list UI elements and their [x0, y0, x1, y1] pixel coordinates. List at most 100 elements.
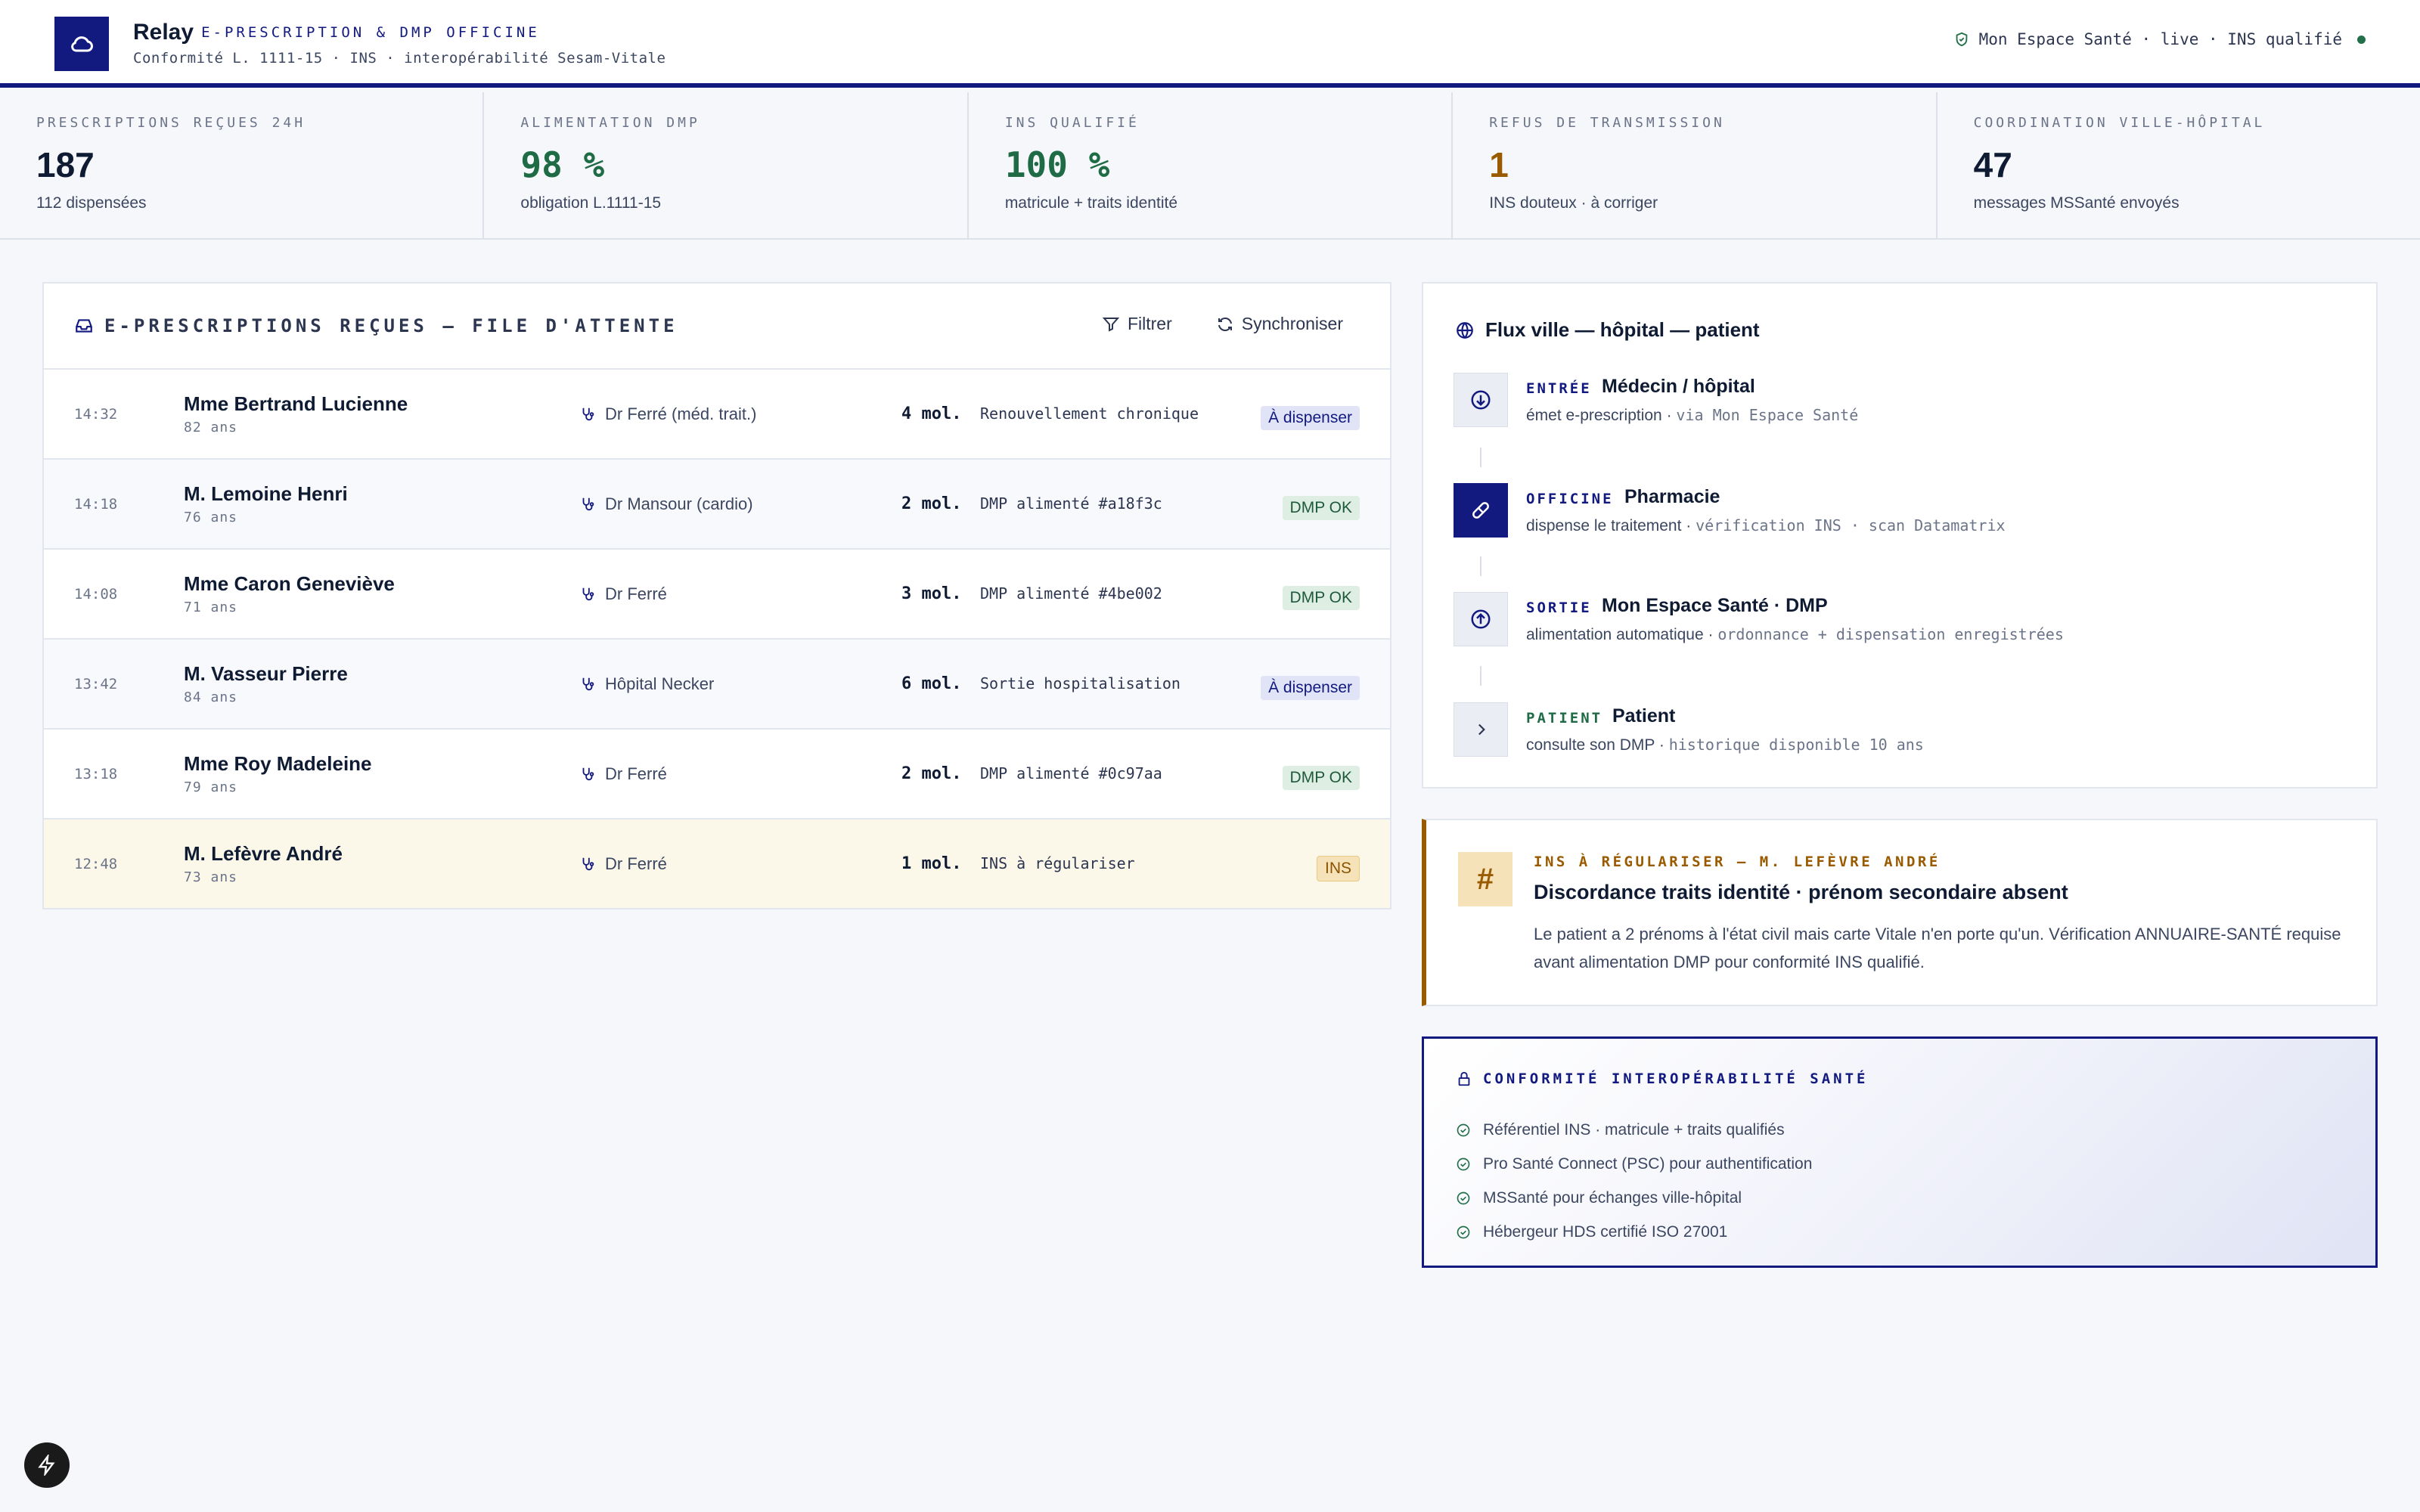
conformity-item: MSSanté pour échanges ville-hôpital — [1483, 1188, 1742, 1207]
step-kind: PATIENT — [1526, 710, 1603, 727]
prescriber-name: Dr Ferré — [605, 854, 667, 873]
kpi-value: 187 — [36, 145, 95, 184]
step-title: Mon Espace Santé · DMP — [1602, 595, 1828, 616]
filter-label: Filtrer — [1127, 314, 1172, 333]
connection-status: Mon Espace Santé · live · INS qualifié — [1953, 30, 2366, 48]
lightning-button[interactable] — [24, 1442, 70, 1488]
pill-icon — [1454, 483, 1508, 538]
conformity-card: CONFORMITÉ INTEROPÉRABILITÉ SANTÉ Référe… — [1422, 1036, 2378, 1268]
filter-icon — [1102, 317, 1120, 332]
arrow-down-circle-icon — [1454, 373, 1508, 427]
row-note: Sortie hospitalisation — [980, 674, 1181, 692]
list-item: MSSanté pour échanges ville-hôpital — [1456, 1181, 1812, 1215]
kpi-value: 47 — [1973, 145, 2012, 184]
prescription-queue: E-PRESCRIPTIONS REÇUES — FILE D'ATTENTE … — [42, 282, 1392, 909]
step-desc-text: émet e-prescription — [1526, 407, 1662, 424]
table-row[interactable]: 13:18 Mme Roy Madeleine 79 ans Dr Ferré … — [44, 730, 1390, 820]
prescriber-name: Dr Ferré — [605, 584, 667, 603]
live-indicator — [2357, 35, 2366, 44]
stethoscope-icon — [582, 497, 594, 511]
step-title: Patient — [1612, 705, 1676, 727]
kpi-value: 100 % — [1004, 144, 1110, 185]
step-kind: SORTIE — [1526, 600, 1592, 616]
stethoscope-icon — [582, 407, 594, 421]
step-meta: via Mon Espace Santé — [1676, 406, 1859, 424]
prescriber-name: Hôpital Necker — [605, 674, 715, 693]
prescriber-name: Dr Mansour (cardio) — [605, 494, 753, 513]
list-item: Référentiel INS · matricule + traits qua… — [1456, 1113, 1812, 1147]
table-row[interactable]: 14:32 Mme Bertrand Lucienne 82 ans Dr Fe… — [44, 370, 1390, 460]
stethoscope-icon — [582, 677, 594, 691]
kpi-caption: INS douteux · à corriger — [1489, 194, 1658, 212]
patient-name: Mme Caron Geneviève — [184, 572, 395, 595]
sync-label: Synchroniser — [1241, 314, 1343, 333]
step-desc: émet e-prescription · via Mon Espace San… — [1526, 406, 1859, 424]
brand: Relay E-PRESCRIPTION & DMP OFFICINE Confo… — [133, 20, 666, 67]
kpi-label: PRESCRIPTIONS REÇUES 24H — [36, 115, 306, 131]
row-note: DMP alimenté #a18f3c — [980, 494, 1162, 513]
patient-age: 71 ans — [184, 600, 238, 615]
kpi-caption: messages MSSanté envoyés — [1973, 194, 2180, 212]
patient-age: 82 ans — [184, 420, 238, 435]
patient-name: M. Lefèvre André — [184, 842, 343, 865]
kpi-value: 98 % — [520, 144, 605, 185]
prescriber: Dr Ferré — [579, 764, 667, 784]
step-desc: alimentation automatique · ordonnance + … — [1526, 625, 2064, 643]
step-kind: ENTRÉE — [1526, 380, 1592, 397]
kpi-value: 1 — [1489, 145, 1509, 184]
queue-title: E-PRESCRIPTIONS REÇUES — FILE D'ATTENTE — [104, 315, 678, 336]
kpi-label: ALIMENTATION DMP — [520, 115, 700, 131]
status-text: Mon Espace Santé · live · INS qualifié — [1978, 30, 2342, 48]
ins-alert-card[interactable]: # INS À RÉGULARISER — M. LEFÈVRE ANDRÉ D… — [1422, 819, 2378, 1006]
conformity-item: Pro Santé Connect (PSC) pour authentific… — [1483, 1154, 1813, 1173]
table-row[interactable]: 14:18 M. Lemoine Henri 76 ans Dr Mansour… — [44, 460, 1390, 550]
step-meta: vérification INS · scan Datamatrix — [1696, 516, 2006, 534]
app-header: Relay E-PRESCRIPTION & DMP OFFICINE Confo… — [0, 0, 2420, 88]
refresh-icon — [1218, 317, 1232, 331]
status-badge: INS — [1316, 856, 1360, 881]
chevron-right-icon — [1454, 702, 1508, 757]
flux-connector — [1480, 448, 1481, 467]
patient-name: M. Vasseur Pierre — [184, 662, 348, 685]
patient-name: M. Lemoine Henri — [184, 482, 348, 505]
conformity-title: CONFORMITÉ INTEROPÉRABILITÉ SANTÉ — [1483, 1070, 1869, 1087]
status-badge: DMP OK — [1282, 766, 1360, 790]
flux-title: Flux ville — hôpital — patient — [1485, 318, 1760, 341]
kpi-dmp: ALIMENTATION DMP 98 % obligation L.1111-… — [484, 92, 969, 238]
flux-step-officine: OFFICINE Pharmacie dispense le traitemen… — [1454, 483, 2346, 544]
cloud-icon — [54, 17, 109, 71]
flux-step-sortie: SORTIE Mon Espace Santé · DMP alimentati… — [1454, 592, 2346, 652]
patient-name: Mme Bertrand Lucienne — [184, 392, 408, 415]
status-badge: À dispenser — [1261, 676, 1360, 700]
check-circle-icon — [1457, 1191, 1470, 1204]
flux-step-entree: ENTRÉE Médecin / hôpital émet e-prescrip… — [1454, 373, 2346, 433]
kpi-bar: PRESCRIPTIONS REÇUES 24H 187 112 dispens… — [0, 92, 2420, 240]
table-row[interactable]: 14:08 Mme Caron Geneviève 71 ans Dr Ferr… — [44, 550, 1390, 640]
table-row[interactable]: 13:42 M. Vasseur Pierre 84 ans Hôpital N… — [44, 640, 1390, 730]
globe-icon — [1457, 321, 1473, 339]
row-note: DMP alimenté #4be002 — [980, 584, 1162, 603]
sync-button[interactable]: Synchroniser — [1216, 314, 1343, 334]
inbox-icon — [76, 319, 92, 333]
stethoscope-icon — [582, 587, 594, 601]
kpi-label: INS QUALIFIÉ — [1004, 115, 1140, 131]
kpi-label: REFUS DE TRANSMISSION — [1489, 115, 1725, 131]
molecule-count: 1 mol. — [901, 854, 962, 873]
row-time: 14:18 — [74, 496, 118, 513]
conformity-list: Référentiel INS · matricule + traits qua… — [1456, 1113, 1812, 1249]
table-row[interactable]: 12:48 M. Lefèvre André 73 ans Dr Ferré 1… — [44, 820, 1390, 909]
app-name: Relay — [133, 20, 194, 45]
molecule-count: 2 mol. — [901, 494, 962, 513]
filter-button[interactable]: Filtrer — [1102, 314, 1172, 334]
row-time: 14:32 — [74, 406, 118, 423]
kpi-prescriptions: PRESCRIPTIONS REÇUES 24H 187 112 dispens… — [0, 92, 485, 238]
flux-connector — [1480, 556, 1481, 576]
flux-header: Flux ville — hôpital — patient — [1455, 318, 1760, 342]
molecule-count: 2 mol. — [901, 764, 962, 783]
flux-panel: Flux ville — hôpital — patient ENTRÉE Mé… — [1422, 282, 2378, 789]
prescriber-name: Dr Ferré (méd. trait.) — [605, 404, 757, 423]
patient-name: Mme Roy Madeleine — [184, 752, 372, 775]
prescriber: Dr Ferré — [579, 854, 667, 874]
alert-title: Discordance traits identité · prénom sec… — [1534, 881, 2068, 903]
conformity-item: Hébergeur HDS certifié ISO 27001 — [1483, 1222, 1728, 1241]
